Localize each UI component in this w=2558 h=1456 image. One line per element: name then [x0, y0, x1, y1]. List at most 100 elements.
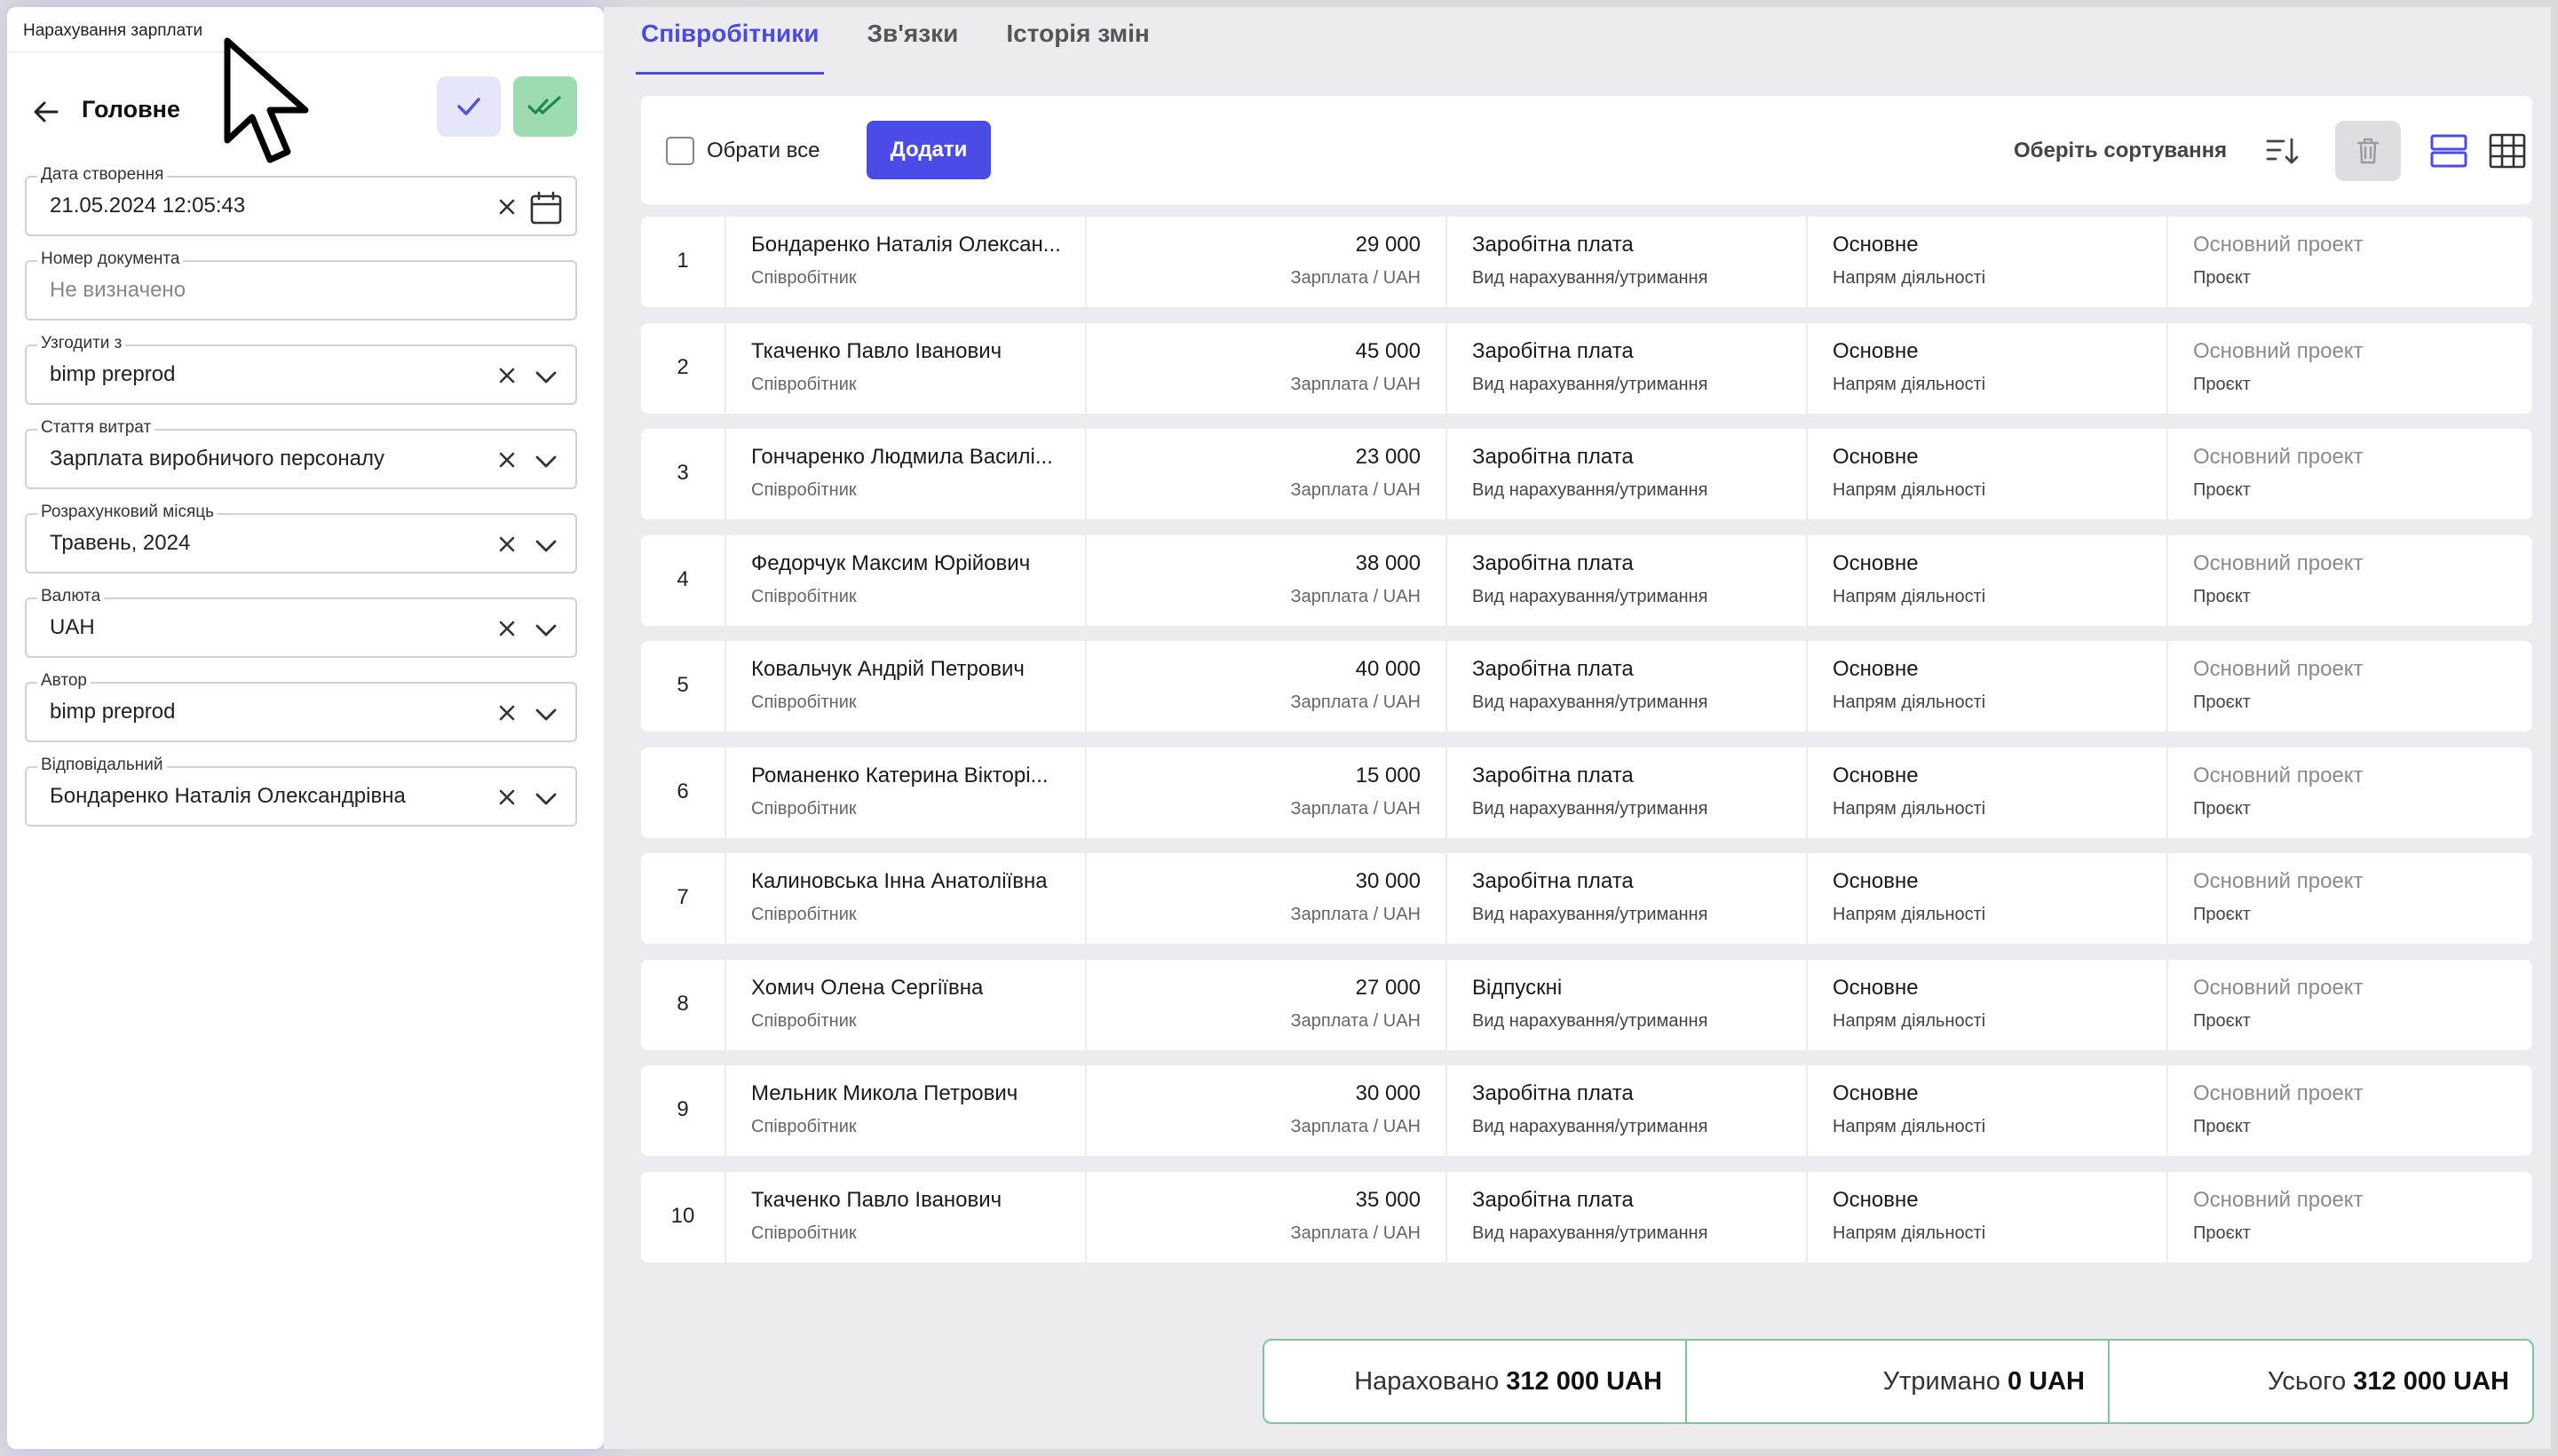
activity-direction-caption: Напрям діяльності	[1833, 268, 1986, 288]
calendar-icon[interactable]	[529, 190, 563, 226]
table-row[interactable]: 1 Бондаренко Наталія Олексан... Співробіт…	[641, 217, 2532, 307]
amount-value: 35 000	[1355, 1187, 1421, 1212]
grid-view-icon[interactable]	[2488, 131, 2527, 170]
accrual-type-caption: Вид нарахування/утримання	[1472, 268, 1708, 288]
check-icon	[457, 98, 480, 115]
accrual-type: Заробітна плата	[1472, 550, 1634, 575]
field-label: Відповідальний	[37, 756, 167, 775]
settlement-month-select[interactable]: Розрахунковий місяць Травень, 2024	[25, 502, 577, 574]
accrued-label: Нараховано	[1354, 1367, 1500, 1396]
project-caption: Проєкт	[2193, 374, 2251, 394]
chevron-down-icon[interactable]	[533, 450, 559, 473]
field-value: Зарплата виробничого персоналу	[50, 447, 385, 471]
save-button[interactable]	[437, 76, 501, 137]
row-number: 8	[677, 991, 689, 1016]
expense-item-select[interactable]: Стаття витрат Зарплата виробничого персо…	[25, 418, 577, 489]
list-view-icon[interactable]	[2429, 131, 2468, 170]
employee-name: Бондаренко Наталія Олексан...	[751, 233, 1061, 257]
table-row[interactable]: 9 Мельник Микола Петрович Співробітник 30…	[641, 1065, 2532, 1156]
tab-history[interactable]: Історія змін	[1006, 7, 1149, 75]
table-row[interactable]: 8 Хомич Олена Сергіївна Співробітник 27 0…	[641, 959, 2532, 1050]
chevron-down-icon[interactable]	[533, 787, 559, 811]
sort-icon[interactable]	[2264, 133, 2300, 169]
accrual-type-caption: Вид нарахування/утримання	[1472, 1117, 1708, 1136]
activity-direction: Основне	[1833, 1081, 1919, 1105]
responsible-select[interactable]: Відповідальний Бондаренко Наталія Олекса…	[25, 756, 577, 827]
row-number: 6	[677, 779, 689, 803]
clear-icon[interactable]	[495, 701, 519, 724]
total-sum: Усього 312 000 UAH	[2110, 1341, 2532, 1422]
tab-bar: Співробітники Зв'язки Історія змін	[635, 7, 1150, 75]
creation-date-field[interactable]: Дата створення 21.05.2024 12:05:43	[25, 165, 577, 236]
currency-select[interactable]: Валюта UAH	[25, 587, 577, 658]
field-label: Стаття витрат	[37, 418, 155, 438]
project-caption: Проєкт	[2193, 480, 2251, 500]
amount-caption: Зарплата / UAH	[1290, 586, 1421, 606]
row-number: 5	[677, 673, 689, 697]
employee-name: Хомич Олена Сергіївна	[751, 975, 984, 1000]
table-row[interactable]: 5 Ковальчук Андрій Петрович Співробітник …	[641, 641, 2532, 732]
tab-employees[interactable]: Співробітники	[635, 7, 825, 75]
chevron-down-icon[interactable]	[533, 619, 559, 642]
add-button[interactable]: Додати	[867, 121, 991, 179]
activity-direction: Основне	[1833, 338, 1919, 363]
row-number: 7	[677, 885, 689, 909]
clear-icon[interactable]	[495, 617, 519, 640]
delete-button[interactable]	[2335, 121, 2401, 181]
select-all-label[interactable]: Обрати все	[707, 138, 820, 163]
project-caption: Проєкт	[2193, 1223, 2251, 1243]
table-row[interactable]: 2 Ткаченко Павло Іванович Співробітник 45…	[641, 322, 2532, 414]
accrual-type-caption: Вид нарахування/утримання	[1472, 1010, 1708, 1031]
post-button[interactable]	[513, 76, 577, 137]
amount-caption: Зарплата / UAH	[1290, 268, 1421, 288]
table-row[interactable]: 4 Федорчук Максим Юрійович Співробітник 3…	[641, 534, 2532, 626]
sort-select[interactable]: Оберіть сортування	[2014, 138, 2227, 163]
project-name: Основний проект	[2193, 1187, 2364, 1212]
employee-name: Калиновська Інна Анатоліївна	[751, 869, 1048, 893]
accrual-type-caption: Вид нарахування/утримання	[1472, 798, 1708, 819]
amount-caption: Зарплата / UAH	[1290, 1010, 1421, 1031]
author-select[interactable]: Автор bimp preprod	[25, 671, 577, 742]
tab-links[interactable]: Зв'язки	[867, 7, 958, 75]
chevron-down-icon[interactable]	[533, 366, 559, 389]
table-row[interactable]: 6 Романенко Катерина Вікторі... Співробіт…	[641, 747, 2532, 838]
accrual-type-caption: Вид нарахування/утримання	[1472, 586, 1708, 606]
document-number-field[interactable]: Номер документа Не визначено	[25, 249, 577, 320]
back-arrow-icon[interactable]	[28, 94, 64, 130]
field-label: Номер документа	[37, 249, 184, 269]
chevron-down-icon[interactable]	[533, 703, 559, 726]
chevron-down-icon[interactable]	[533, 534, 559, 558]
project-caption: Проєкт	[2193, 692, 2251, 712]
accrual-type: Заробітна плата	[1472, 657, 1634, 681]
approve-with-select[interactable]: Узгодити з bimp preprod	[25, 334, 577, 405]
accrual-type: Заробітна плата	[1472, 338, 1634, 363]
field-value: bimp preprod	[50, 362, 176, 386]
field-value: Травень, 2024	[50, 531, 191, 555]
amount-value: 23 000	[1355, 445, 1421, 469]
project-caption: Проєкт	[2193, 586, 2251, 606]
employee-name: Гончаренко Людмила Василі...	[751, 445, 1053, 469]
field-label: Дата створення	[37, 165, 168, 185]
clear-icon[interactable]	[495, 533, 519, 556]
project-caption: Проєкт	[2193, 798, 2251, 819]
withheld-label: Утримано	[1882, 1367, 2000, 1396]
withheld-value: 0 UAH	[2007, 1367, 2085, 1396]
table-row[interactable]: 3 Гончаренко Людмила Василі... Співробітн…	[641, 429, 2532, 519]
field-value: 21.05.2024 12:05:43	[50, 194, 246, 218]
employee-name: Ткаченко Павло Іванович	[751, 338, 1002, 363]
clear-icon[interactable]	[495, 448, 519, 471]
table-row[interactable]: 10 Ткаченко Павло Іванович Співробітник 3…	[641, 1171, 2532, 1262]
accrual-type: Заробітна плата	[1472, 869, 1634, 893]
employee-caption: Співробітник	[751, 480, 857, 500]
table-row[interactable]: 7 Калиновська Інна Анатоліївна Співробітн…	[641, 853, 2532, 944]
clear-icon[interactable]	[495, 364, 519, 387]
accrual-type: Заробітна плата	[1472, 1081, 1634, 1105]
employee-caption: Співробітник	[751, 1117, 857, 1136]
accrual-type-caption: Вид нарахування/утримання	[1472, 1223, 1708, 1243]
accrued-value: 312 000 UAH	[1506, 1367, 1662, 1396]
field-label: Узгодити з	[37, 334, 126, 353]
activity-direction-caption: Напрям діяльності	[1833, 480, 1986, 500]
clear-icon[interactable]	[495, 195, 519, 218]
clear-icon[interactable]	[495, 786, 519, 809]
select-all-checkbox[interactable]	[666, 137, 694, 165]
